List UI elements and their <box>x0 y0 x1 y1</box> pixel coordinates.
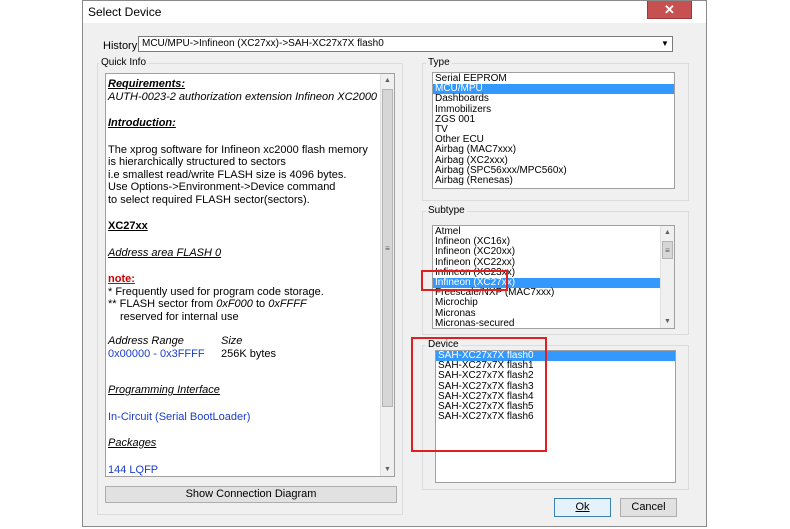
note-line-3: reserved for internal use <box>120 310 239 323</box>
chevron-down-icon[interactable]: ▼ <box>658 37 672 51</box>
programming-interface-value: In-Circuit (Serial BootLoader) <box>108 410 251 423</box>
address-area-heading: Address area FLASH 0 <box>108 246 222 259</box>
subtype-item[interactable]: Microchip <box>433 298 674 308</box>
subtype-label: Subtype <box>426 205 467 216</box>
programming-interface-heading: Programming Interface <box>108 384 220 396</box>
show-connection-diagram-button[interactable]: Show Connection Diagram <box>105 486 397 503</box>
close-button[interactable]: ✕ <box>647 1 692 19</box>
introduction-heading: Introduction: <box>108 117 176 129</box>
device-heading: XC27xx <box>108 220 148 232</box>
intro-line: The xprog software for Infineon xc2000 f… <box>108 143 368 156</box>
scroll-up-icon[interactable]: ▲ <box>381 74 394 87</box>
intro-line: i.e smallest read/write FLASH size is 40… <box>108 168 347 181</box>
type-item[interactable]: ZGS 001 <box>433 114 674 125</box>
note-line-1: * Frequently used for program code stora… <box>108 285 324 298</box>
ok-button[interactable]: Ok <box>554 498 611 517</box>
address-size-header: Address Range Size <box>108 335 243 347</box>
address-size-values: 0x00000 - 0x3FFFF 256K bytes <box>108 347 277 360</box>
history-label: History: <box>103 40 141 52</box>
history-combobox[interactable]: MCU/MPU->Infineon (XC27xx)->SAH-XC27x7X … <box>138 36 673 52</box>
scroll-thumb[interactable]: ≡ <box>382 89 393 407</box>
type-item[interactable]: Airbag (MAC7xxx) <box>433 145 674 155</box>
scroll-down-icon[interactable]: ▼ <box>381 463 394 476</box>
packages-value: 144 LQFP <box>108 463 159 476</box>
intro-line: to select required FLASH sector(sectors)… <box>108 193 310 206</box>
note-line-2: ** FLASH sector from 0xF000 to 0xFFFF <box>108 298 307 310</box>
note-heading: note: <box>108 273 135 285</box>
type-listbox[interactable]: Serial EEPROM MCU/MPU Dashboards Immobil… <box>432 72 675 189</box>
quick-info-content: Requirements: AUTH-0023-2 authorization … <box>106 74 378 476</box>
requirements-text: AUTH-0023-2 authorization extension Infi… <box>108 90 378 103</box>
history-value: MCU/MPU->Infineon (XC27xx)->SAH-XC27x7X … <box>142 38 384 49</box>
type-label: Type <box>426 57 452 68</box>
intro-line: is hierarchically structured to sectors <box>108 156 286 168</box>
scroll-down-icon[interactable]: ▼ <box>661 315 674 328</box>
subtype-scrollbar[interactable]: ▲ ≡ ▼ <box>660 226 674 328</box>
intro-line: Use Options->Environment->Device command <box>108 181 336 193</box>
requirements-heading: Requirements: <box>108 78 186 90</box>
scroll-thumb[interactable]: ≡ <box>662 241 673 259</box>
select-device-dialog: Select Device ✕ History: MCU/MPU->Infine… <box>82 0 707 527</box>
device-highlight-box <box>411 337 547 452</box>
quick-info-panel[interactable]: Requirements: AUTH-0023-2 authorization … <box>105 73 395 477</box>
packages-heading: Packages <box>108 437 157 449</box>
subtype-highlight-box <box>421 270 508 291</box>
quick-info-scrollbar[interactable]: ▲ ≡ ▼ <box>380 74 394 476</box>
title-bar: Select Device ✕ <box>83 1 706 23</box>
cancel-button[interactable]: Cancel <box>620 498 677 517</box>
type-item[interactable]: Airbag (Renesas) <box>433 175 674 186</box>
scroll-up-icon[interactable]: ▲ <box>661 226 674 239</box>
window-title: Select Device <box>88 5 162 19</box>
quick-info-label: Quick Info <box>99 57 149 68</box>
subtype-item[interactable]: Micronas-secured <box>433 318 674 328</box>
